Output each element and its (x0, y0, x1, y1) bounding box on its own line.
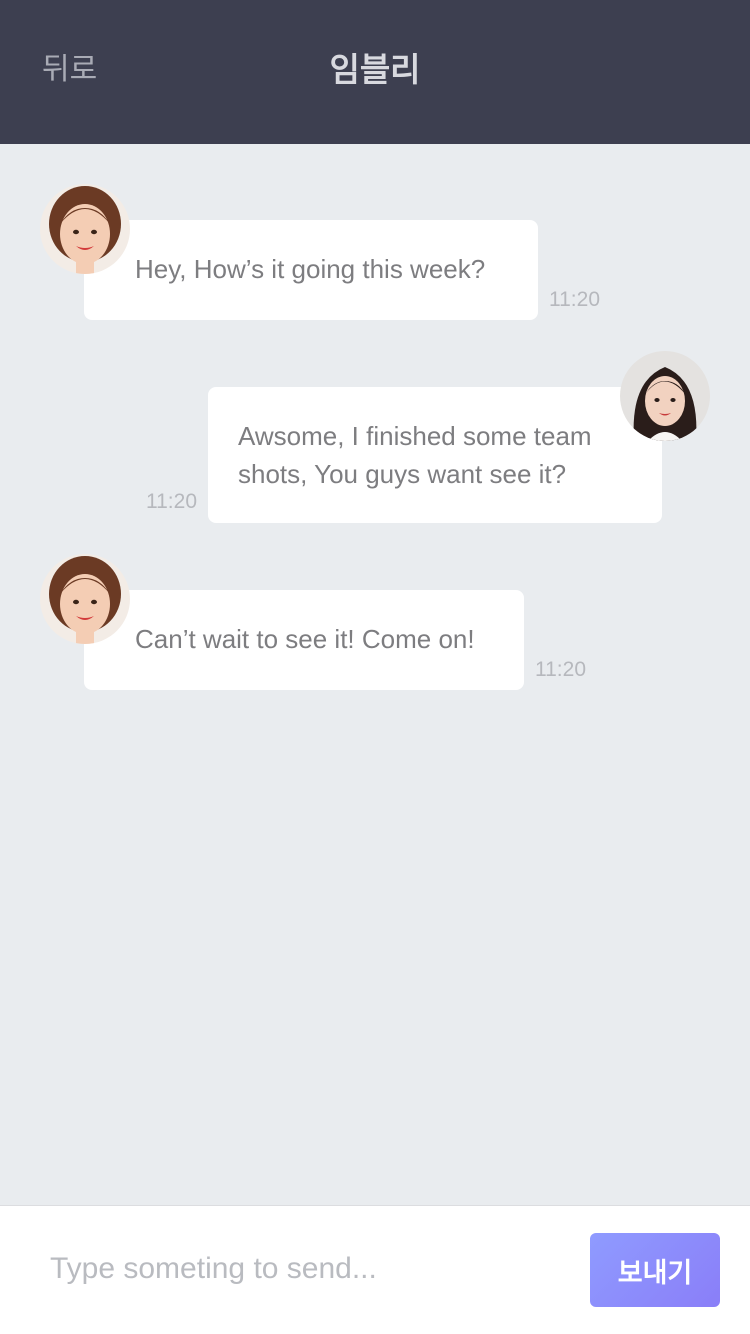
message-text: Hey, How’s it going this week? (135, 254, 486, 284)
chat-title: 임블리 (329, 50, 421, 89)
top-bar: 뒤로 임블리 (0, 0, 750, 144)
message-bubble-3[interactable]: Can’t wait to see it! Come on! (84, 590, 524, 690)
message-input[interactable] (50, 1244, 550, 1294)
message-text: Can’t wait to see it! Come on! (135, 624, 475, 654)
message-time: 11:20 (549, 288, 600, 311)
other-user-avatar[interactable] (40, 554, 130, 644)
message-list[interactable]: Hey, How’s it going this week? 11:20 Aws… (0, 144, 750, 1205)
message-text-line-2: shots, You guys want see it? (238, 459, 567, 489)
send-button[interactable]: 보내기 (590, 1233, 720, 1307)
message-text-line-1: Awsome, I finished some team (238, 421, 592, 451)
message-bubble-2[interactable]: Awsome, I finished some team shots, You … (208, 387, 662, 523)
other-user-avatar[interactable] (40, 184, 130, 274)
message-time: 11:20 (535, 658, 586, 681)
message-bubble-1[interactable]: Hey, How’s it going this week? (84, 220, 538, 320)
message-composer: 보내기 (0, 1205, 750, 1334)
my-avatar[interactable] (620, 351, 710, 441)
message-time: 11:20 (146, 490, 197, 513)
